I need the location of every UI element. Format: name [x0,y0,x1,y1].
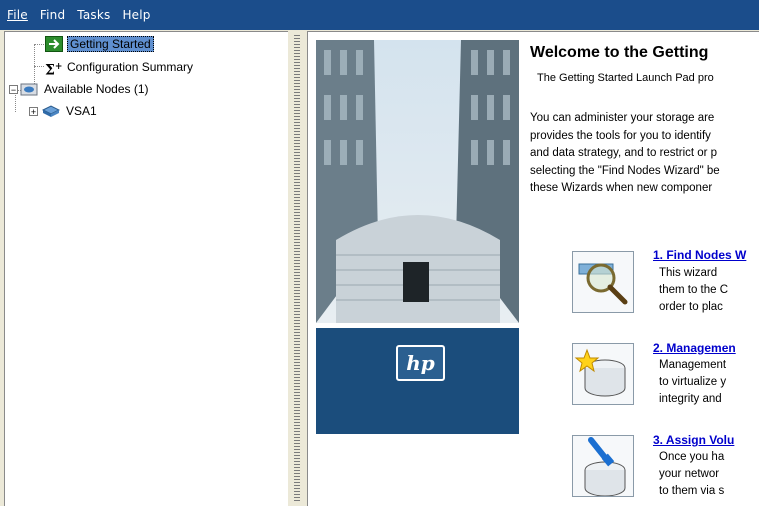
pane-splitter[interactable] [288,31,306,505]
menu-tasks[interactable]: Tasks [70,8,110,22]
wizard-desc-line: integrity and [659,393,722,405]
building-image [316,40,519,323]
navigation-tree: Getting Started Σ+ Configuration Summary… [4,31,288,506]
menu-find[interactable]: Find [33,8,65,22]
tree-item-getting-started[interactable]: Getting Started [45,35,154,53]
tree-item-configuration-summary[interactable]: Σ+ Configuration Summary [45,58,195,79]
wizard-desc-line: Once you ha [659,451,725,463]
network-disk-icon[interactable] [572,435,634,497]
getting-started-panel: hp Welcome to the Getting The Getting St… [307,31,759,506]
arrow-right-icon [45,36,63,52]
sigma-plus-icon: Σ+ [45,62,63,79]
intro-line: selecting the "Find Nodes Wizard" be [530,164,720,177]
menu-file-label: File [7,8,28,22]
wizard-description: This wizard them to the C order to plac [659,265,728,316]
wizard-link-management[interactable]: 2. Managemen [653,341,736,355]
tree-connector [34,44,44,45]
tree-connector [34,66,44,67]
intro-line: provides the tools for you to identify [530,129,711,142]
page-title: Welcome to the Getting [530,44,709,61]
wizard-desc-line: to them via s [659,485,725,497]
wizard-desc-line: your networ [659,468,720,480]
menu-help[interactable]: Help [115,8,150,22]
tree-item-label: Getting Started [67,36,154,52]
splitter-grip [294,35,300,501]
tree-item-label: VSA1 [66,104,97,118]
intro-line: these Wizards when new componer [530,182,713,194]
wizard-description: Management to virtualize y integrity and [659,357,726,408]
wizard-link-assign-volume[interactable]: 3. Assign Volu [653,433,734,447]
wizard-description: Once you ha your networ to them via s [659,449,724,500]
expand-toggle[interactable]: + [29,106,38,116]
intro-line: You can administer your storage are [530,112,715,124]
intro-line: and data strategy, and to restrict or p [530,147,718,159]
tree-item-label: Configuration Summary [67,60,194,74]
tree-item-vsa1[interactable]: + VSA1 [29,102,99,120]
tree-item-available-nodes[interactable]: − Available Nodes (1) [9,80,151,98]
page-subtitle: The Getting Started Launch Pad pro [537,72,714,84]
collapse-toggle[interactable]: − [9,84,18,94]
hp-brand-panel: hp [316,328,519,434]
wizard-desc-line: them to the C [659,284,729,296]
menu-bar: File Find Tasks Help [0,0,759,30]
magnifier-icon[interactable] [572,251,634,313]
wizard-link-find-nodes[interactable]: 1. Find Nodes W [653,248,746,262]
wizard-desc-line: to virtualize y [659,376,727,388]
hp-logo: hp [396,345,445,381]
wizard-desc-line: Management [659,359,727,371]
menu-file[interactable]: File [0,8,28,22]
new-disk-icon[interactable] [572,343,634,405]
tree-item-label: Available Nodes (1) [44,82,149,96]
wizard-desc-line: This wizard [659,267,718,279]
storage-node-icon [41,104,61,118]
intro-text: You can administer your storage are prov… [530,110,720,198]
wizard-desc-line: order to plac [659,301,723,313]
disk-group-icon [20,81,38,97]
